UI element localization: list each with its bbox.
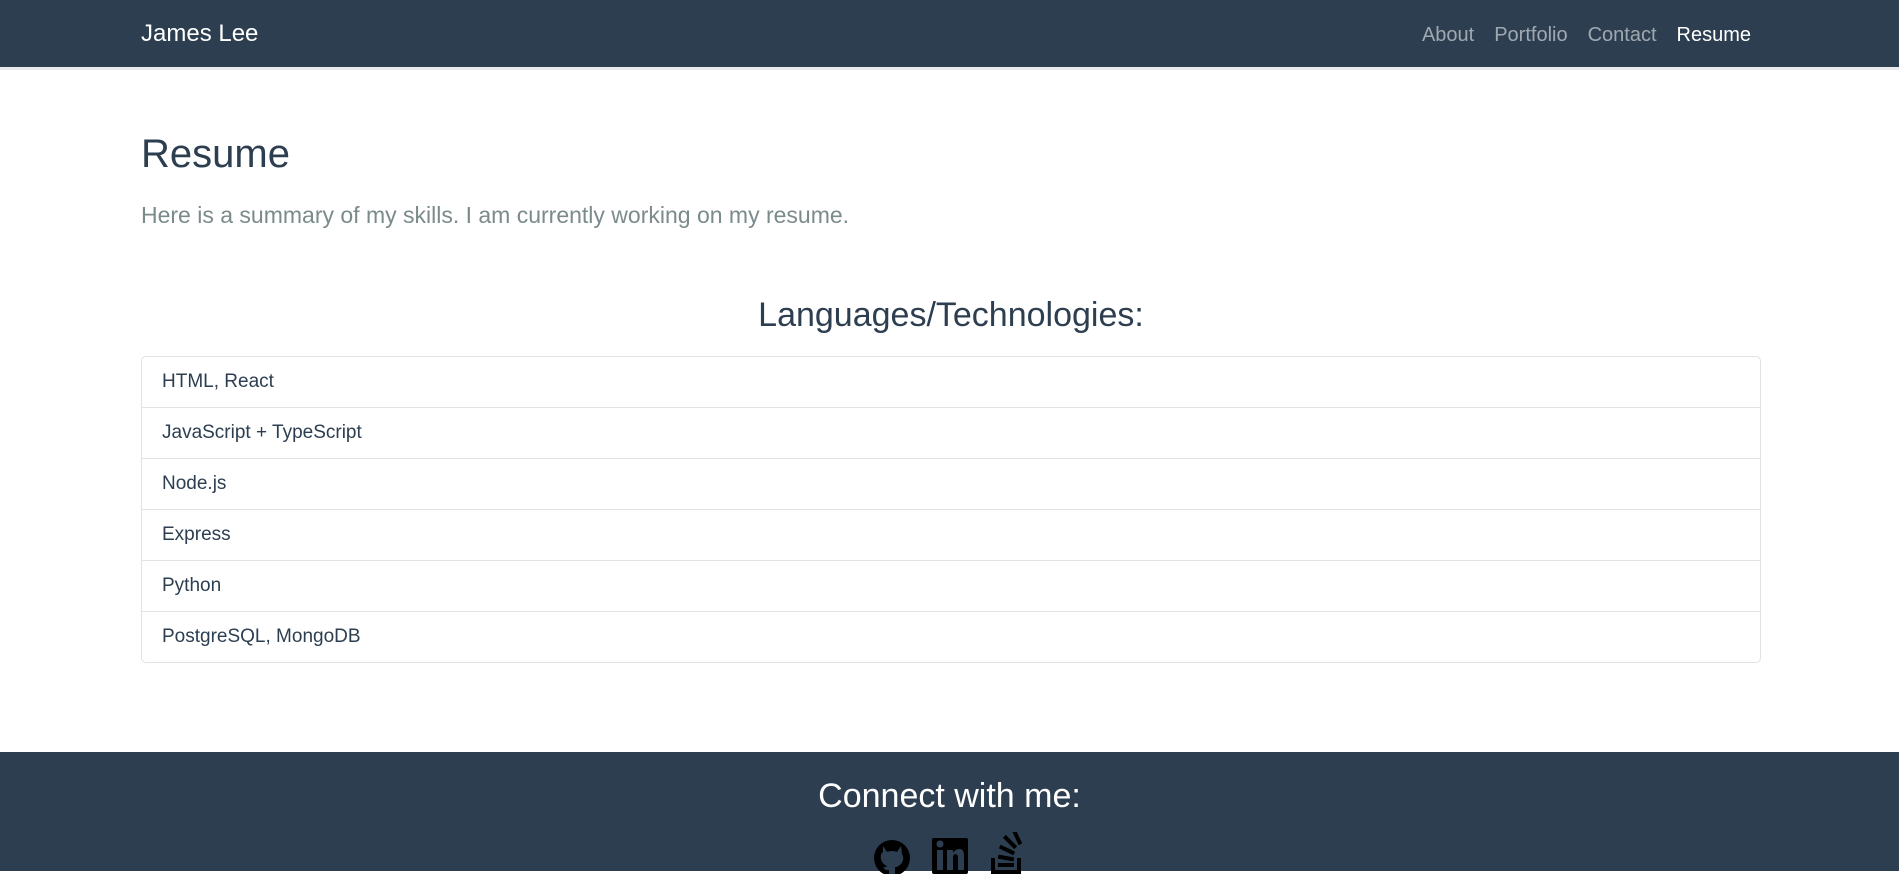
list-item: JavaScript + TypeScript [142, 407, 1760, 458]
list-item: HTML, React [162, 371, 274, 392]
footer-title: Connect with me: [818, 777, 1081, 815]
github-link[interactable] [873, 832, 911, 874]
nav-link-resume[interactable]: Resume [1677, 24, 1751, 46]
nav-item-contact: Contact [1588, 22, 1657, 48]
list-item: Node.js [142, 458, 1760, 509]
section-title: Languages/Technologies: [758, 296, 1144, 334]
nav-link-about[interactable]: About [1422, 24, 1474, 46]
brand-link[interactable]: James Lee [141, 19, 258, 49]
social-links [0, 832, 1899, 874]
stackoverflow-link[interactable] [989, 832, 1027, 874]
nav-item-portfolio: Portfolio [1494, 22, 1567, 48]
nav-links: About Portfolio Contact Resume [1422, 22, 1751, 48]
lead-text: Here is a summary of my skills. I am cur… [141, 202, 850, 228]
nav-item-resume: Resume [1677, 22, 1751, 48]
skills-list: HTML, React JavaScript + TypeScript Node… [141, 356, 1761, 663]
list-item: PostgreSQL, MongoDB [142, 611, 1760, 662]
list-item: Express [142, 509, 1760, 560]
navbar: James Lee About Portfolio Contact Resume [0, 0, 1899, 70]
nav-link-portfolio[interactable]: Portfolio [1494, 24, 1567, 46]
list-item: Python [142, 560, 1760, 611]
page-title: Resume [141, 132, 290, 176]
linkedin-icon [931, 838, 968, 874]
stackoverflow-icon [990, 832, 1022, 874]
nav-link-contact[interactable]: Contact [1588, 24, 1657, 46]
footer: Connect with me: [0, 752, 1899, 874]
linkedin-link[interactable] [931, 832, 969, 874]
github-icon [873, 840, 910, 874]
nav-item-about: About [1422, 22, 1474, 48]
